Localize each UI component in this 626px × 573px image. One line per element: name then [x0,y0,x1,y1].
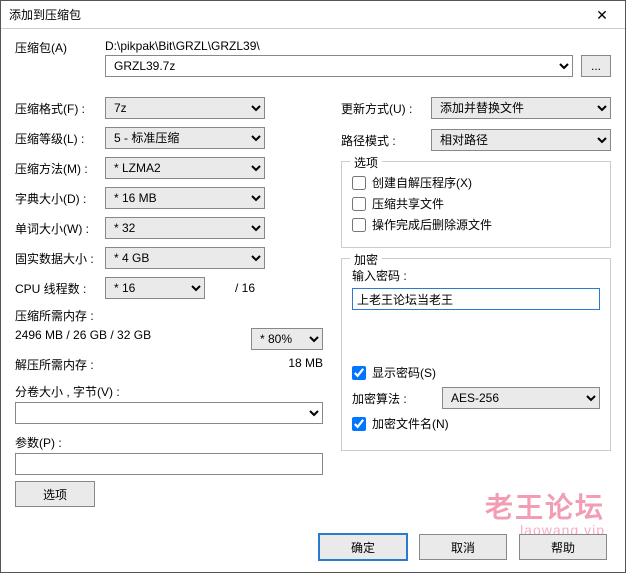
algo-label: 加密算法 : [352,390,442,407]
sfx-row[interactable]: 创建自解压程序(X) [352,174,600,191]
footer-buttons: 确定 取消 帮助 [319,534,607,560]
update-label: 更新方式(U) : [341,100,431,117]
showpw-label: 显示密码(S) [372,364,436,381]
sfx-label: 创建自解压程序(X) [372,174,472,191]
help-button[interactable]: 帮助 [519,534,607,560]
right-column: 更新方式(U) : 添加并替换文件 路径模式 : 相对路径 选项 创建自解压 [341,97,611,507]
encryption-fieldset: 加密 输入密码 : 显示密码(S) 加密算法 : AES-256 [341,258,611,451]
encryption-legend: 加密 [350,251,382,268]
cpu-select[interactable]: * 16 [105,277,205,299]
dict-select[interactable]: * 16 MB [105,187,265,209]
cpu-total: / 16 [215,281,255,295]
encnames-row[interactable]: 加密文件名(N) [352,415,600,432]
sfx-checkbox[interactable] [352,176,366,190]
level-select[interactable]: 5 - 标准压缩 [105,127,265,149]
close-icon[interactable]: ✕ [587,1,617,29]
share-label: 压缩共享文件 [372,195,444,212]
delete-row[interactable]: 操作完成后删除源文件 [352,216,600,233]
update-select[interactable]: 添加并替换文件 [431,97,611,119]
mem-decompress-label: 解压所需内存 : [15,356,94,373]
archive-path: D:\pikpak\Bit\GRZL\GRZL39\ [105,39,611,53]
mem-compress-value: 2496 MB / 26 GB / 32 GB [15,328,151,350]
split-label: 分卷大小 , 字节(V) : [15,383,323,400]
method-label: 压缩方法(M) : [15,160,105,177]
encnames-checkbox[interactable] [352,417,366,431]
solid-label: 固实数据大小 : [15,250,105,267]
dict-label: 字典大小(D) : [15,190,105,207]
word-select[interactable]: * 32 [105,217,265,239]
options-button[interactable]: 选项 [15,481,95,507]
delete-checkbox[interactable] [352,218,366,232]
pathmode-label: 路径模式 : [341,132,431,149]
browse-button[interactable]: ... [581,55,611,77]
cpu-label: CPU 线程数 : [15,280,105,297]
mem-pct-select[interactable]: * 80% [251,328,323,350]
dialog-window: 添加到压缩包 ✕ 压缩包(A) D:\pikpak\Bit\GRZL\GRZL3… [0,0,626,573]
algo-select[interactable]: AES-256 [442,387,600,409]
cancel-button[interactable]: 取消 [419,534,507,560]
left-column: 压缩格式(F) : 7z 压缩等级(L) : 5 - 标准压缩 压缩方法(M) … [15,97,323,507]
delete-label: 操作完成后删除源文件 [372,216,492,233]
titlebar: 添加到压缩包 ✕ [1,1,625,29]
password-input[interactable] [352,288,600,310]
ok-button[interactable]: 确定 [319,534,407,560]
word-label: 单词大小(W) : [15,220,105,237]
share-checkbox[interactable] [352,197,366,211]
password-label: 输入密码 : [352,267,600,284]
format-label: 压缩格式(F) : [15,100,105,117]
level-label: 压缩等级(L) : [15,130,105,147]
window-title: 添加到压缩包 [9,1,81,29]
mem-decompress-value: 18 MB [288,356,323,373]
solid-select[interactable]: * 4 GB [105,247,265,269]
dialog-body: 压缩包(A) D:\pikpak\Bit\GRZL\GRZL39\ GRZL39… [1,29,625,507]
showpw-row[interactable]: 显示密码(S) [352,364,600,381]
mem-compress-label: 压缩所需内存 : [15,307,323,324]
pathmode-select[interactable]: 相对路径 [431,129,611,151]
options-legend: 选项 [350,154,382,171]
archive-name-select[interactable]: GRZL39.7z [105,55,573,77]
params-input[interactable] [15,453,323,475]
params-label: 参数(P) : [15,434,323,451]
encnames-label: 加密文件名(N) [372,415,449,432]
format-select[interactable]: 7z [105,97,265,119]
showpw-checkbox[interactable] [352,366,366,380]
options-fieldset: 选项 创建自解压程序(X) 压缩共享文件 操作完成后删除源文件 [341,161,611,248]
split-select[interactable] [15,402,323,424]
share-row[interactable]: 压缩共享文件 [352,195,600,212]
archive-label: 压缩包(A) [15,39,105,56]
method-select[interactable]: * LZMA2 [105,157,265,179]
